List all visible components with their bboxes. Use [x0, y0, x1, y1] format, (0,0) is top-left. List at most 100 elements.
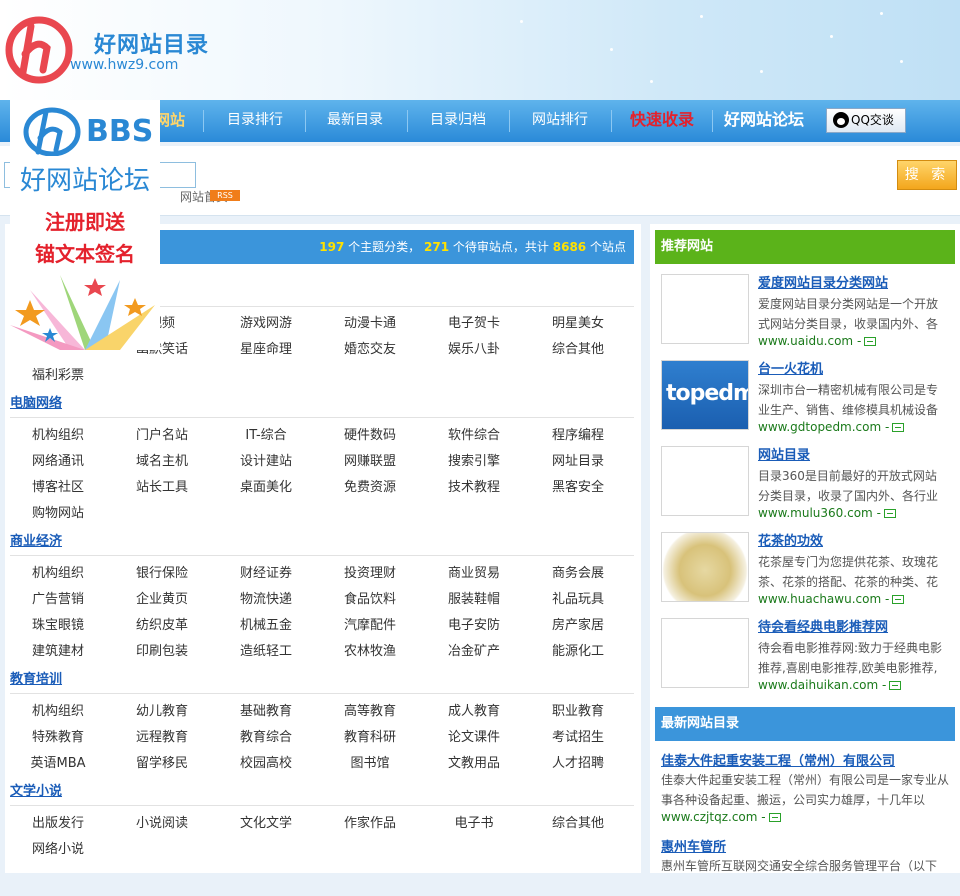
logo-url[interactable]: www.hwz9.com — [70, 57, 178, 73]
category-link[interactable]: 幼儿教育 — [112, 700, 212, 719]
category-link[interactable]: 软件综合 — [424, 424, 524, 443]
category-link[interactable]: 域名主机 — [112, 450, 212, 469]
category-title[interactable]: 电脑网络 — [10, 392, 62, 411]
category-link[interactable]: 福利彩票 — [8, 364, 108, 383]
category-link[interactable]: 免费资源 — [320, 476, 420, 495]
site-thumbnail[interactable]: topedm — [661, 360, 749, 430]
category-link[interactable]: 程序编程 — [528, 424, 628, 443]
site-url-text[interactable]: www.daihuikan.com — [758, 678, 878, 692]
category-link[interactable]: 文化文学 — [216, 812, 316, 831]
category-link[interactable]: 纺织皮革 — [112, 614, 212, 633]
category-link[interactable]: 综合其他 — [528, 338, 628, 357]
site-url-text[interactable]: www.mulu360.com — [758, 506, 873, 520]
snapshot-icon[interactable] — [892, 595, 905, 604]
forum-ad[interactable]: BBS 好网站论坛 注册即送 锚文本签名 — [10, 100, 160, 350]
category-link[interactable]: 教育综合 — [216, 726, 316, 745]
category-title[interactable]: 商业经济 — [10, 530, 62, 549]
category-link[interactable]: 农林牧渔 — [320, 640, 420, 659]
category-link[interactable]: 机械五金 — [216, 614, 316, 633]
category-link[interactable]: 文教用品 — [424, 752, 524, 771]
search-button[interactable]: 搜 索 — [897, 160, 957, 190]
category-link[interactable]: 职业教育 — [528, 700, 628, 719]
category-link[interactable]: 技术教程 — [424, 476, 524, 495]
category-link[interactable]: 留学移民 — [112, 752, 212, 771]
category-link[interactable]: 成人教育 — [424, 700, 524, 719]
category-link[interactable]: 站长工具 — [112, 476, 212, 495]
category-title[interactable]: 文学小说 — [10, 780, 62, 799]
site-url-text[interactable]: www.gdtopedm.com — [758, 420, 881, 434]
nav-site-ranking[interactable]: 网站排行 — [515, 100, 605, 142]
category-link[interactable]: 物流快递 — [216, 588, 316, 607]
category-link[interactable]: 作家作品 — [320, 812, 420, 831]
category-link[interactable]: 综合其他 — [528, 812, 628, 831]
latest-site-url[interactable]: www.czjtqz.com - — [661, 810, 781, 824]
category-link[interactable]: 校园高校 — [216, 752, 316, 771]
category-link[interactable]: 印刷包装 — [112, 640, 212, 659]
category-link[interactable]: 英语MBA — [8, 752, 108, 771]
recommended-site-url[interactable]: www.uaidu.com - — [758, 334, 877, 348]
site-url-text[interactable]: www.huachawu.com — [758, 592, 881, 606]
category-link[interactable]: 电子安防 — [424, 614, 524, 633]
recommended-site-url[interactable]: www.huachawu.com - — [758, 592, 905, 606]
category-link[interactable]: 硬件数码 — [320, 424, 420, 443]
snapshot-icon[interactable] — [864, 337, 877, 346]
site-thumbnail[interactable] — [661, 618, 749, 688]
category-title[interactable]: 教育培训 — [10, 668, 62, 687]
rss-badge[interactable]: RSS — [210, 190, 240, 201]
site-thumbnail[interactable] — [661, 274, 749, 344]
category-link[interactable]: 论文课件 — [424, 726, 524, 745]
category-link[interactable]: 网络小说 — [8, 838, 108, 857]
site-thumbnail[interactable] — [661, 446, 749, 516]
snapshot-icon[interactable] — [889, 681, 902, 690]
category-link[interactable]: 人才招聘 — [528, 752, 628, 771]
logo-icon[interactable] — [3, 12, 75, 84]
category-link[interactable]: 机构组织 — [8, 700, 108, 719]
snapshot-icon[interactable] — [768, 813, 781, 822]
category-link[interactable]: IT-综合 — [216, 424, 316, 443]
recommended-site-title[interactable]: 花茶的功效 — [758, 530, 823, 549]
category-link[interactable]: 特殊教育 — [8, 726, 108, 745]
latest-site-title[interactable]: 惠州车管所 — [661, 836, 726, 855]
category-link[interactable]: 游戏网游 — [216, 312, 316, 331]
category-link[interactable]: 动漫卡通 — [320, 312, 420, 331]
logo-name[interactable]: 好网站目录 — [94, 27, 209, 59]
category-link[interactable]: 博客社区 — [8, 476, 108, 495]
site-url-text[interactable]: www.uaidu.com — [758, 334, 853, 348]
category-link[interactable]: 出版发行 — [8, 812, 108, 831]
category-link[interactable]: 房产家居 — [528, 614, 628, 633]
category-link[interactable]: 婚恋交友 — [320, 338, 420, 357]
recommended-site-title[interactable]: 待会看经典电影推荐网 — [758, 616, 888, 635]
nav-directory-archive[interactable]: 目录归档 — [413, 100, 503, 142]
category-link[interactable]: 财经证券 — [216, 562, 316, 581]
category-link[interactable]: 考试招生 — [528, 726, 628, 745]
category-link[interactable]: 商务会展 — [528, 562, 628, 581]
latest-site-title[interactable]: 佳泰大件起重安装工程（常州）有限公司 — [661, 750, 895, 769]
recommended-site-title[interactable]: 网站目录 — [758, 444, 810, 463]
category-link[interactable]: 娱乐八卦 — [424, 338, 524, 357]
category-link[interactable]: 黑客安全 — [528, 476, 628, 495]
category-link[interactable]: 食品饮料 — [320, 588, 420, 607]
category-link[interactable]: 银行保险 — [112, 562, 212, 581]
category-link[interactable]: 小说阅读 — [112, 812, 212, 831]
category-link[interactable]: 建筑建材 — [8, 640, 108, 659]
recommended-site-title[interactable]: 台一火花机 — [758, 358, 823, 377]
category-link[interactable]: 电子书 — [424, 812, 524, 831]
category-link[interactable]: 礼品玩具 — [528, 588, 628, 607]
category-link[interactable]: 网址目录 — [528, 450, 628, 469]
category-link[interactable]: 网赚联盟 — [320, 450, 420, 469]
category-link[interactable]: 电子贺卡 — [424, 312, 524, 331]
category-link[interactable]: 门户名站 — [112, 424, 212, 443]
category-link[interactable]: 基础教育 — [216, 700, 316, 719]
category-link[interactable]: 机构组织 — [8, 562, 108, 581]
site-thumbnail[interactable] — [661, 532, 749, 602]
category-link[interactable]: 能源化工 — [528, 640, 628, 659]
category-link[interactable]: 图书馆 — [320, 752, 420, 771]
category-link[interactable]: 企业黄页 — [112, 588, 212, 607]
category-link[interactable]: 机构组织 — [8, 424, 108, 443]
category-link[interactable]: 商业贸易 — [424, 562, 524, 581]
recommended-site-url[interactable]: www.mulu360.com - — [758, 506, 896, 520]
snapshot-icon[interactable] — [883, 509, 896, 518]
nav-forum[interactable]: 好网站论坛 — [718, 100, 810, 142]
site-url-text[interactable]: www.czjtqz.com — [661, 810, 757, 824]
category-link[interactable]: 远程教育 — [112, 726, 212, 745]
